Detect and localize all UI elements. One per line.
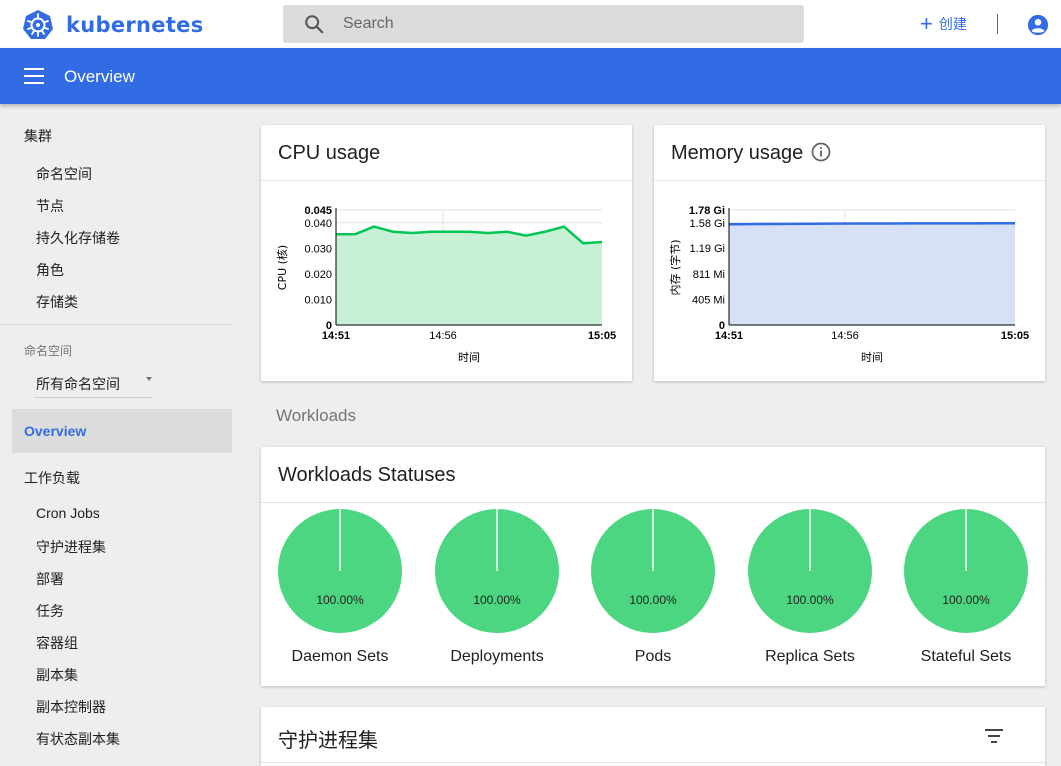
series-area <box>729 223 1015 325</box>
sidebar-item-nodes[interactable]: 节点 <box>36 196 64 216</box>
pie-percent-label: 100.00% <box>316 593 364 607</box>
y-tick-label: 0.020 <box>304 269 332 281</box>
namespace-select-value: 所有命名空间 <box>36 376 120 392</box>
memory-card-title: Memory usage <box>671 142 804 164</box>
memory-usage-card: Memory usage 1.78 Gi 1.58 Gi 1.19 Gi 811 Mi… <box>654 125 1045 381</box>
workload-status-pie[interactable]: 100.00% Replica Sets <box>745 508 875 666</box>
pie-chart: 100.00% <box>278 509 402 633</box>
y-tick-label: 405 Mi <box>692 294 725 306</box>
pie-percent-label: 100.00% <box>786 593 834 607</box>
kubernetes-logo-icon <box>23 10 53 39</box>
search-bar[interactable] <box>283 5 804 43</box>
y-tick-label: 0.010 <box>304 294 332 306</box>
cpu-card-title: CPU usage <box>278 142 381 164</box>
cpu-usage-chart: 0.0450.0400.0300.0200.010014:51 14:56 15:0… <box>275 205 616 364</box>
sidebar-item-cron-jobs[interactable]: Cron Jobs <box>36 505 100 521</box>
cpu-usage-card: CPU usage 0.045 0.040 0.030 0.020 0.010 0 14:5… <box>261 125 632 381</box>
namespace-label: 命名空间 <box>24 344 73 358</box>
y-tick-label: 0.045 <box>304 205 332 217</box>
sidebar-item-stateful-sets[interactable]: 有状态副本集 <box>36 729 120 749</box>
pie-chart: 100.00% <box>591 509 715 633</box>
dropdown-arrow-icon <box>146 377 152 381</box>
workloads-section-label: Workloads <box>276 406 356 425</box>
pie-percent-label: 100.00% <box>942 593 990 607</box>
daemon-sets-title: 守护进程集 <box>278 730 378 752</box>
x-tick-label: 14:56 <box>831 330 859 342</box>
workload-status-pie[interactable]: 100.00% Daemon Sets <box>275 508 405 666</box>
y-tick-label: 0.040 <box>304 218 332 230</box>
menu-icon[interactable] <box>24 68 44 84</box>
page-title: Overview <box>64 67 135 86</box>
pie-chart: 100.00% <box>748 509 872 633</box>
pie-chart: 100.00% <box>435 509 559 633</box>
workloads-statuses-title: Workloads Statuses <box>278 464 456 486</box>
namespace-select[interactable]: 所有命名空间 <box>34 368 152 398</box>
y-axis-label: CPU (核) <box>275 245 289 290</box>
sidebar-item-roles[interactable]: 角色 <box>36 260 64 280</box>
sidebar-item-storage-classes[interactable]: 存储类 <box>36 292 78 312</box>
sidebar-item-persistent-volumes[interactable]: 持久化存储卷 <box>36 228 120 248</box>
x-tick-label: 15:05 <box>588 330 616 342</box>
workload-status-pie[interactable]: 100.00% Deployments <box>432 508 562 666</box>
card-divider <box>261 502 1045 503</box>
y-tick-label: 1.19 Gi <box>690 243 725 255</box>
top-bar: kubernetes + 创建 <box>0 0 1061 48</box>
pie-name-label[interactable]: Deployments <box>432 648 562 666</box>
sidebar-item-overview-label: Overview <box>24 423 87 439</box>
pie-name-label[interactable]: Stateful Sets <box>901 648 1031 666</box>
y-tick-label: 1.58 Gi <box>690 218 725 230</box>
x-axis-label: 时间 <box>458 351 480 364</box>
sidebar-divider <box>0 324 232 325</box>
sidebar: 集群 命名空间 节点 持久化存储卷 角色 存储类 命名空间 所有命名空间 Ove… <box>0 104 244 766</box>
pie-percent-label: 100.00% <box>629 593 677 607</box>
workload-status-pie[interactable]: 100.00% Pods <box>588 508 718 666</box>
sidebar-item-daemon-sets[interactable]: 守护进程集 <box>36 537 106 557</box>
create-button[interactable]: + 创建 <box>920 12 967 36</box>
pie-name-label[interactable]: Daemon Sets <box>275 648 405 666</box>
x-axis-label: 时间 <box>861 351 883 364</box>
sidebar-item-namespaces[interactable]: 命名空间 <box>36 164 92 184</box>
y-axis-label: 内存 (字节) <box>668 239 682 295</box>
sidebar-section-workloads[interactable]: 工作负载 <box>24 468 80 488</box>
sidebar-section-cluster[interactable]: 集群 <box>24 126 52 146</box>
card-divider <box>261 762 1045 763</box>
series-area <box>336 226 602 325</box>
create-label: 创建 <box>938 16 967 32</box>
series-line <box>728 221 1016 226</box>
page-header: Overview <box>0 48 1061 104</box>
memory-usage-chart: 1.78 Gi1.58 Gi1.19 Gi811 Mi405 Mi014:51 1… <box>668 205 1029 364</box>
sidebar-item-deployments[interactable]: 部署 <box>36 569 64 589</box>
filter-icon[interactable] <box>985 729 1003 743</box>
sidebar-item-pods[interactable]: 容器组 <box>36 633 78 653</box>
brand[interactable]: kubernetes <box>22 9 204 41</box>
pie-percent-label: 100.00% <box>473 593 521 607</box>
sidebar-item-replication-controllers[interactable]: 副本控制器 <box>36 697 106 717</box>
x-tick-label: 14:56 <box>429 330 457 342</box>
workload-status-pie[interactable]: 100.00% Stateful Sets <box>901 508 1031 666</box>
y-tick-label: 0.030 <box>304 243 332 255</box>
pie-name-label[interactable]: Replica Sets <box>745 648 875 666</box>
daemon-sets-card: 守护进程集 <box>261 707 1045 766</box>
search-input[interactable] <box>343 15 763 33</box>
plus-icon: + <box>920 11 933 36</box>
x-tick-label: 14:51 <box>715 330 743 342</box>
sidebar-item-replica-sets[interactable]: 副本集 <box>36 665 78 685</box>
y-tick-label: 811 Mi <box>693 269 725 281</box>
pie-chart: 100.00% <box>904 509 1028 633</box>
account-circle-icon[interactable] <box>1027 14 1049 36</box>
x-tick-label: 15:05 <box>1001 330 1029 342</box>
x-tick-label: 14:51 <box>322 330 350 342</box>
pie-name-label[interactable]: Pods <box>588 648 718 666</box>
y-tick-label: 1.78 Gi <box>689 205 725 217</box>
toolbar-divider <box>997 14 998 34</box>
sidebar-item-jobs[interactable]: 任务 <box>36 601 64 621</box>
search-icon <box>305 15 324 34</box>
sidebar-item-overview[interactable]: Overview <box>12 409 232 453</box>
info-icon[interactable] <box>811 142 831 162</box>
brand-name: kubernetes <box>66 13 204 37</box>
